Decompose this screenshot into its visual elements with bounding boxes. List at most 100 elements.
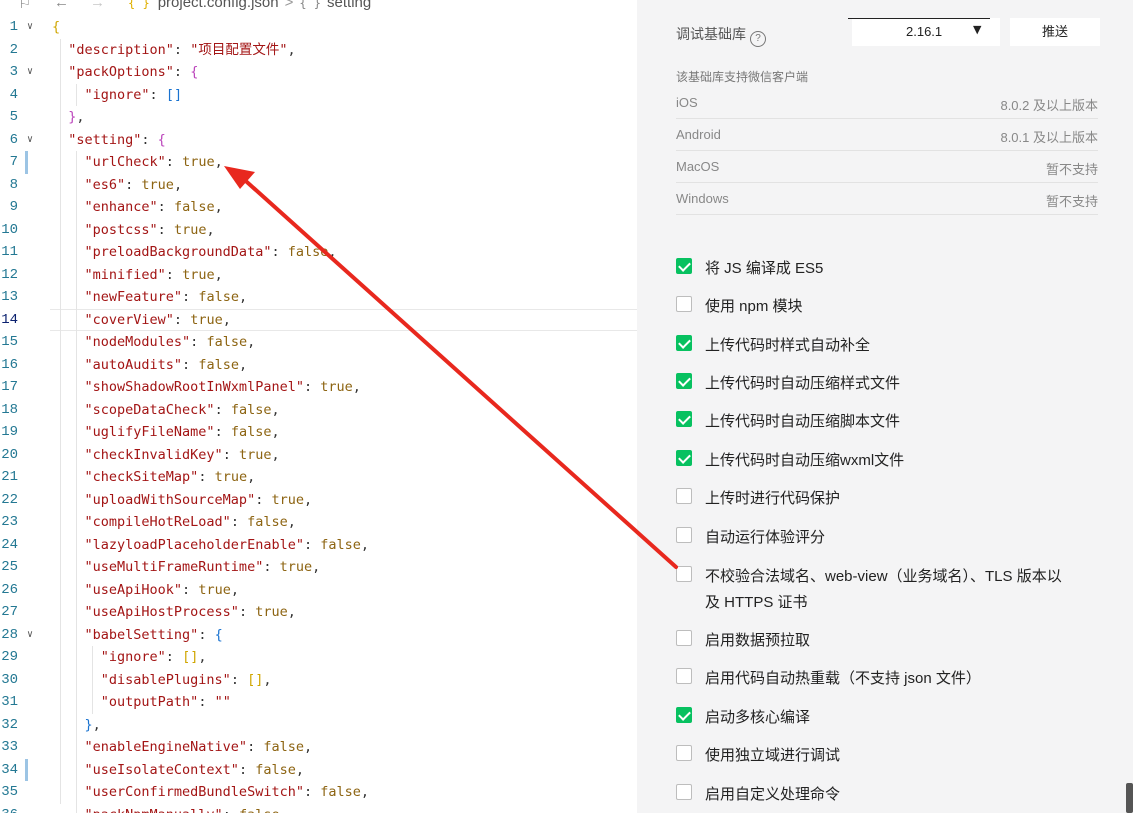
code-token: : (238, 604, 256, 620)
option-label[interactable]: 上传代码时样式自动补全 (705, 333, 1075, 359)
option-label[interactable]: 使用独立域进行调试 (705, 743, 1075, 769)
code-line[interactable]: 5 }, (0, 106, 637, 129)
forward-arrow-icon[interactable]: → (90, 0, 105, 11)
checkbox-checked[interactable] (676, 450, 692, 466)
bookmark-icon[interactable]: ⚐ (18, 0, 31, 12)
code-text: "ignore": [], (52, 646, 207, 669)
back-arrow-icon[interactable]: ← (54, 0, 69, 11)
code-token: false (255, 761, 296, 778)
checkbox-unchecked[interactable] (676, 745, 692, 761)
code-token: , (280, 807, 288, 813)
code-line[interactable]: 1 ∨ { (0, 16, 637, 39)
code-line[interactable]: 28 ∨ "babelSetting": { (0, 624, 637, 647)
option-label[interactable]: 上传代码时自动压缩脚本文件 (705, 409, 1075, 435)
base-library-version: 2.16.1 (906, 24, 943, 39)
code-token: "outputPath" (52, 694, 199, 710)
base-library-select[interactable]: 2.16.1 ▼ (848, 18, 1000, 46)
option-label[interactable]: 上传代码时自动压缩wxml文件 (705, 448, 1075, 474)
checkbox-checked[interactable] (676, 258, 692, 274)
code-line[interactable]: 7 "urlCheck": true, (0, 151, 637, 174)
code-line[interactable]: 9 "enhance": false, (0, 196, 637, 219)
code-line[interactable]: 12 "minified": true, (0, 264, 637, 287)
code-line[interactable]: 16 "autoAudits": false, (0, 354, 637, 377)
checkbox-unchecked[interactable] (676, 668, 692, 684)
scrollbar-thumb[interactable] (1126, 783, 1133, 813)
code-line[interactable]: 23 "compileHotReLoad": false, (0, 511, 637, 534)
checkbox-unchecked[interactable] (676, 296, 692, 312)
checkbox-checked[interactable] (676, 411, 692, 427)
line-number: 32 (1, 716, 18, 733)
code-editor[interactable]: ⚐ ← → { } project.config.json >{ } setting … (0, 0, 637, 813)
breadcrumb-section[interactable]: setting (327, 0, 371, 11)
code-line[interactable]: 20 "checkInvalidKey": true, (0, 444, 637, 467)
code-line[interactable]: 15 "nodeModules": false, (0, 331, 637, 354)
fold-chevron-icon[interactable]: ∨ (27, 16, 33, 39)
object-icon: { } (299, 0, 322, 10)
code-token: , (303, 491, 313, 508)
line-number: 2 (9, 41, 18, 58)
code-line[interactable]: 29 "ignore": [], (0, 646, 637, 669)
code-line[interactable]: 21 "checkSiteMap": true, (0, 466, 637, 489)
code-line[interactable]: 32 }, (0, 714, 637, 737)
code-token: "checkSiteMap" (52, 469, 199, 485)
line-number: 18 (1, 401, 18, 418)
code-line[interactable]: 26 "useApiHook": true, (0, 579, 637, 602)
settings-panel: 调试基础库? 2.16.1 ▼ 推送 该基础库支持微信客户端 iOS 8.0.2 … (637, 0, 1133, 813)
code-token: "enableEngineNative" (52, 739, 248, 755)
code-line[interactable]: 22 "uploadWithSourceMap": true, (0, 489, 637, 512)
push-button[interactable]: 推送 (1010, 18, 1100, 46)
line-number: 5 (9, 109, 18, 125)
code-line[interactable]: 18 "scopeDataCheck": false, (0, 399, 637, 422)
code-token: "useIsolateContext" (52, 761, 239, 778)
code-line[interactable]: 27 "useApiHostProcess": true, (0, 601, 637, 624)
option-label[interactable]: 将 JS 编译成 ES5 (705, 256, 1075, 282)
code-line[interactable]: 30 "disablePlugins": [], (0, 669, 637, 692)
code-token: , (76, 109, 85, 125)
support-title: 该基础库支持微信客户端 (676, 70, 809, 84)
code-line[interactable]: 11 "preloadBackgroundData": false, (0, 241, 637, 264)
checkbox-checked[interactable] (676, 373, 692, 389)
code-line[interactable]: 10 "postcss": true, (0, 219, 637, 242)
line-number: 11 (1, 244, 18, 260)
code-line[interactable]: 25 "useMultiFrameRuntime": true, (0, 556, 637, 579)
option-label[interactable]: 启动多核心编译 (705, 705, 1075, 731)
code-line[interactable]: 14 "coverView": true, (0, 309, 637, 332)
option-label[interactable]: 使用 npm 模块 (705, 294, 1075, 320)
fold-chevron-icon[interactable]: ∨ (27, 61, 33, 84)
option-label[interactable]: 启用代码自动热重载（不支持 json 文件） (705, 666, 1075, 692)
code-line[interactable]: 13 "newFeature": false, (0, 286, 637, 309)
checkbox-checked[interactable] (676, 707, 692, 723)
code-line[interactable]: 34 "useIsolateContext": false, (0, 759, 637, 782)
line-number: 13 (1, 289, 18, 305)
checkbox-unchecked[interactable] (676, 488, 692, 504)
code-line[interactable]: 8 "es6": true, (0, 174, 637, 197)
fold-chevron-icon[interactable]: ∨ (27, 624, 33, 647)
checkbox-unchecked[interactable] (676, 527, 692, 543)
code-line[interactable]: 35 "userConfirmedBundleSwitch": false, (0, 781, 637, 804)
code-line[interactable]: 36 "packNpmManually": false, (0, 804, 637, 813)
option-label[interactable]: 自动运行体验评分 (705, 525, 1075, 551)
code-line[interactable]: 6 ∨ "setting": { (0, 129, 637, 152)
code-line[interactable]: 3 ∨ "packOptions": { (0, 61, 637, 84)
checkbox-unchecked[interactable] (676, 630, 692, 646)
code-line[interactable]: 19 "uglifyFileName": false, (0, 421, 637, 444)
checkbox-checked[interactable] (676, 335, 692, 351)
checkbox-unchecked[interactable] (676, 566, 692, 582)
line-number: 36 (0, 804, 18, 813)
code-line[interactable]: 24 "lazyloadPlaceholderEnable": false, (0, 534, 637, 557)
code-token: true (141, 176, 174, 193)
option-label[interactable]: 启用自定义处理命令 (705, 782, 1075, 808)
option-label[interactable]: 上传代码时自动压缩样式文件 (705, 371, 1075, 397)
code-line[interactable]: 17 "showShadowRootInWxmlPanel": true, (0, 376, 637, 399)
code-line[interactable]: 4 "ignore": [] (0, 84, 637, 107)
option-label[interactable]: 启用数据预拉取 (705, 628, 1075, 654)
code-line[interactable]: 33 "enableEngineNative": false, (0, 736, 637, 759)
option-label[interactable]: 不校验合法域名、web-view（业务域名）、TLS 版本以及 HTTPS 证书 (705, 564, 1075, 616)
code-line[interactable]: 2 "description": "项目配置文件", (0, 39, 637, 62)
option-label[interactable]: 上传时进行代码保护 (705, 486, 1075, 512)
fold-chevron-icon[interactable]: ∨ (27, 129, 33, 152)
breadcrumb-file[interactable]: { } project.config.json > { } setting (128, 0, 371, 11)
code-line[interactable]: 31 "outputPath": "" (0, 691, 637, 714)
help-icon[interactable]: ? (750, 31, 766, 47)
checkbox-unchecked[interactable] (676, 784, 692, 800)
